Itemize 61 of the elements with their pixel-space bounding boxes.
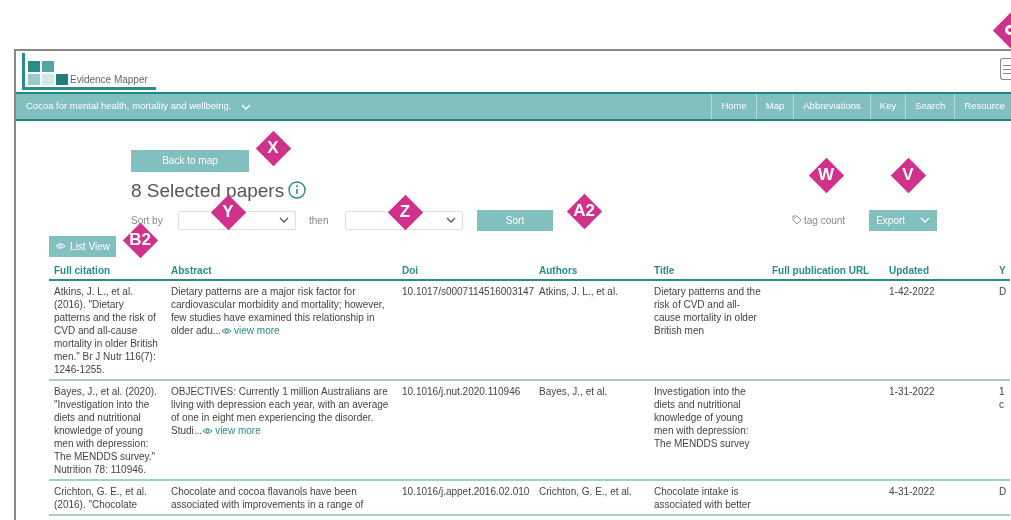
info-icon[interactable] — [288, 181, 307, 199]
topic-dropdown[interactable]: Cocoa for mental health, mortality and wellbeing. — [26, 99, 252, 114]
tag-count-label[interactable]: tag count — [804, 212, 846, 228]
chevron-down-icon — [279, 217, 289, 223]
nav-link[interactable]: Search — [905, 94, 955, 119]
nav-link[interactable]: Home — [711, 94, 756, 119]
annotation-marker: A2 — [566, 193, 602, 229]
sort-button[interactable]: Sort — [477, 209, 553, 231]
annotation-marker: X — [255, 130, 291, 166]
annotation-marker: W — [808, 157, 844, 193]
table-cell: OBJECTIVES: Currently 1 million Australians are living with depression each year, with an average of one in eight men experiencing the disorder. Studi... view more — [166, 379, 397, 480]
tag-icon — [792, 215, 802, 225]
column-header[interactable]: Y — [998, 263, 1010, 280]
chevron-down-icon — [446, 217, 456, 223]
export-button[interactable]: Export — [869, 209, 938, 231]
annotation-marker: V — [890, 157, 926, 193]
logo-text: Evidence Mapper — [70, 75, 148, 85]
column-header[interactable]: Title — [649, 263, 767, 280]
table-cell: D — [998, 279, 1010, 380]
then-label: then — [309, 213, 330, 228]
eye-icon — [221, 326, 233, 335]
chevron-down-icon — [920, 217, 931, 223]
table-cell: D — [998, 479, 1010, 515]
table-cell: 10.1016/j.nut.2020.110946 — [397, 379, 534, 480]
column-header[interactable]: Full publication URL — [767, 263, 884, 280]
list-view-button[interactable]: List View — [49, 235, 116, 257]
table-cell: Bayes, J., et al. (2020). "Investigation into the diets and nutritional knowledge of young men with depression: The MENDDS survey." Nutrition 78: 110946. — [49, 379, 166, 480]
column-header[interactable]: Abstract — [166, 263, 397, 280]
table-cell: Bayes, J., et al. — [534, 379, 649, 480]
table-cell: 10.1017/s0007114516003147 — [397, 279, 534, 380]
column-header[interactable]: Authors — [534, 263, 649, 280]
table-cell: Chocolate and cocoa flavanols have been associated with improvements in a range of — [166, 479, 397, 515]
menu-icon[interactable] — [1000, 58, 1011, 80]
table-cell: Atkins, J. L., et al. (2016). "Dietary patterns and the risk of CVD and all-cause mortality in older British men." Br J Nutr 116(7): 1246-1255. — [49, 279, 166, 380]
nav-link[interactable]: Key — [869, 94, 906, 119]
column-header[interactable]: Doi — [397, 263, 534, 280]
nav-link[interactable]: Resource — [954, 94, 1011, 119]
eye-icon — [55, 242, 67, 250]
column-header[interactable]: Full citation — [49, 263, 166, 280]
table-cell: 4-31-2022 — [884, 479, 998, 515]
table-cell: Crichton, G. E., et al. — [534, 479, 649, 515]
chevron-down-icon — [241, 103, 252, 110]
table-cell: 1-31-2022 — [884, 379, 998, 480]
column-header[interactable]: Updated — [884, 263, 998, 280]
table-cell: 10.1016/j.appet.2016.02.010 — [397, 479, 534, 515]
nav-link[interactable]: Abbreviations — [793, 94, 870, 119]
table-cell: Chocolate intake is associated with better — [649, 479, 767, 515]
back-button[interactable]: Back to map — [131, 149, 249, 172]
view-more-link[interactable]: view more — [221, 324, 280, 336]
page-heading: 8 Selected papers — [131, 180, 285, 200]
table-cell: 1-42-2022 — [884, 279, 998, 380]
table-cell: Dietary patterns are a major risk factor for cardiovascular morbidity and mortality; however, few studies have examined this relationship in older adu... view more — [166, 279, 397, 380]
nav-link[interactable]: Map — [755, 94, 794, 119]
table-cell: Investigation into the diets and nutritional knowledge of young men with depression: The MENDDS survey — [649, 379, 767, 480]
view-more-link[interactable]: view more — [202, 424, 261, 436]
table-cell: Dietary patterns and the risk of CVD and all-cause mortality in older British men — [649, 279, 767, 380]
table-cell: Crichton, G. E., et al. (2016). "Chocolate — [49, 479, 166, 515]
table-cell: Atkins, J. L., et al. — [534, 279, 649, 380]
annotation-marker: Z — [387, 194, 423, 230]
eye-icon — [202, 426, 214, 435]
table-cell: 1 c — [998, 379, 1010, 480]
